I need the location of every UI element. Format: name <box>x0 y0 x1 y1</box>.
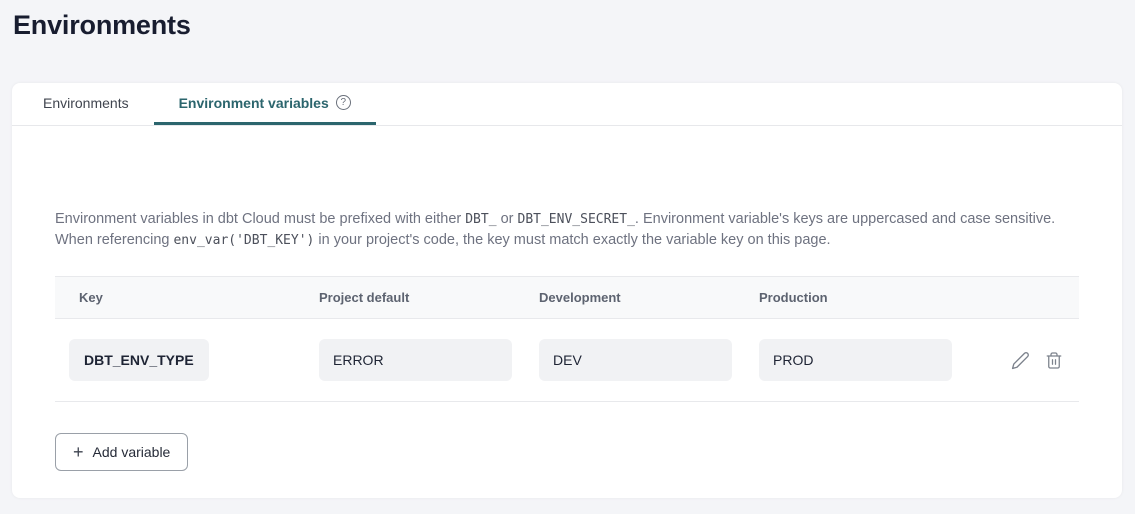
tab-environment-variables[interactable]: Environment variables ? <box>154 83 376 125</box>
development-value: DEV <box>539 339 732 381</box>
description-segment: Environment variables in dbt Cloud must … <box>55 211 465 227</box>
cell-production: PROD <box>745 339 965 381</box>
cell-actions <box>965 351 1079 370</box>
delete-variable-button[interactable] <box>1045 351 1063 370</box>
code-snippet: DBT_ENV_SECRET_ <box>518 212 635 227</box>
cell-key: DBT_ENV_TYPE <box>55 339 305 381</box>
tab-environments[interactable]: Environments <box>18 83 154 125</box>
column-header-project-default: Project default <box>305 290 525 305</box>
plus-icon: + <box>73 443 84 461</box>
code-snippet: env_var('DBT_KEY') <box>173 233 314 248</box>
table-header-row: Key Project default Development Producti… <box>55 276 1079 319</box>
add-variable-button[interactable]: + Add variable <box>55 433 188 471</box>
tab-content: Environment variables in dbt Cloud must … <box>12 126 1122 471</box>
tab-environments-label: Environments <box>43 95 129 111</box>
tab-bar: Environments Environment variables ? <box>12 83 1122 126</box>
project-default-value: ERROR <box>319 339 512 381</box>
column-header-production: Production <box>745 290 965 305</box>
add-variable-label: Add variable <box>93 444 171 460</box>
trash-icon <box>1045 351 1063 370</box>
description-segment: in your project's code, the key must mat… <box>314 232 830 248</box>
description-line-2: When referencing env_var('DBT_KEY') in y… <box>55 230 1079 251</box>
help-icon[interactable]: ? <box>336 95 351 110</box>
edit-variable-button[interactable] <box>1011 351 1030 370</box>
pencil-icon <box>1011 351 1030 370</box>
description-segment: When referencing <box>55 232 173 248</box>
description-line-1: Environment variables in dbt Cloud must … <box>55 209 1079 230</box>
description-segment: or <box>497 211 518 227</box>
code-snippet: DBT_ <box>465 212 496 227</box>
page-title: Environments <box>0 0 1135 41</box>
description-segment: . Environment variable's keys are upperc… <box>635 211 1055 227</box>
variable-key-pill: DBT_ENV_TYPE <box>69 339 209 381</box>
tab-environment-variables-label: Environment variables <box>179 95 329 111</box>
table-row: DBT_ENV_TYPE ERROR DEV PROD <box>55 319 1079 402</box>
column-header-key: Key <box>55 290 305 305</box>
environment-variables-table: Key Project default Development Producti… <box>55 276 1079 402</box>
description-text: Environment variables in dbt Cloud must … <box>55 209 1079 251</box>
production-value: PROD <box>759 339 952 381</box>
cell-development: DEV <box>525 339 745 381</box>
cell-project-default: ERROR <box>305 339 525 381</box>
column-header-development: Development <box>525 290 745 305</box>
environments-card: Environments Environment variables ? Env… <box>12 83 1122 498</box>
